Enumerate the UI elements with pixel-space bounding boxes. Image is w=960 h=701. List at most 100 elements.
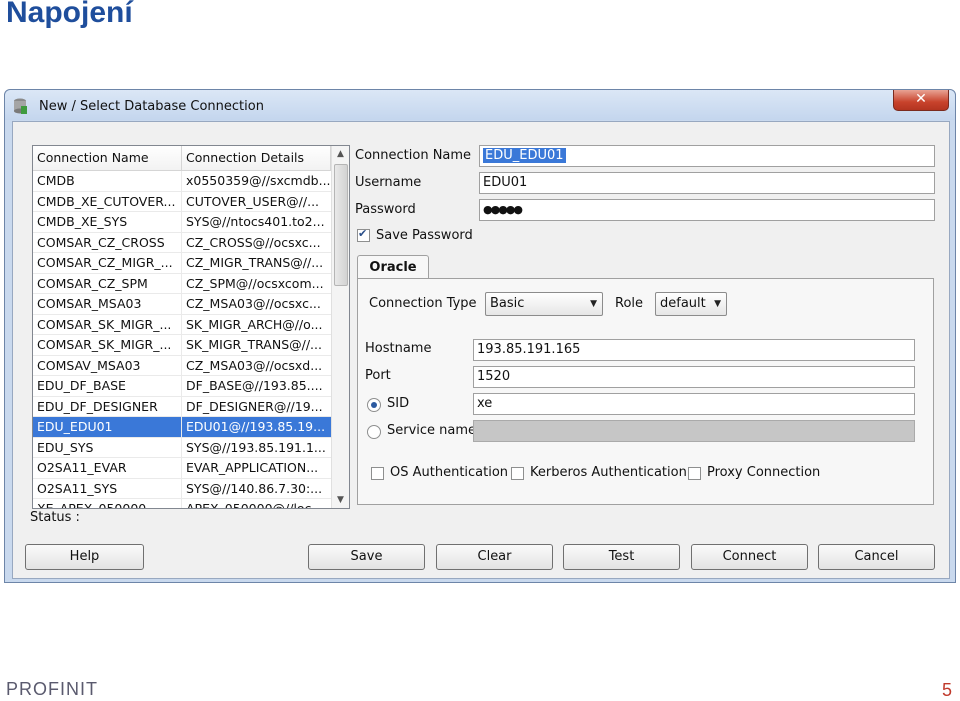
connection-name-cell: EDU_DF_BASE <box>33 376 182 396</box>
table-row[interactable]: COMSAR_SK_MIGR_... SK_MIGR_TRANS@//... <box>33 335 331 356</box>
window-titlebar[interactable]: New / Select Database Connection ✕ <box>5 90 955 120</box>
service-name-label: Service name <box>387 423 477 438</box>
sid-label: SID <box>387 396 410 411</box>
port-label: Port <box>365 368 391 383</box>
role-select[interactable]: default ▼ <box>655 292 727 316</box>
table-row[interactable]: CMDB_XE_SYS SYS@//ntocs401.to2... <box>33 212 331 233</box>
cancel-button[interactable]: Cancel <box>818 544 935 570</box>
connection-name-cell: COMSAR_CZ_SPM <box>33 273 182 294</box>
connection-details-cell: DF_DESIGNER@//19... <box>186 398 323 414</box>
table-row[interactable]: COMSAR_MSA03 CZ_MSA03@//ocsxc... <box>33 294 331 315</box>
connection-name-cell: COMSAV_MSA03 <box>33 355 182 376</box>
table-row[interactable]: EDU_DF_BASE DF_BASE@//193.85.... <box>33 376 331 397</box>
role-value: default <box>660 296 706 311</box>
column-header-connection-name[interactable]: Connection Name <box>33 146 182 170</box>
kerberos-authentication-label: Kerberos Authentication <box>530 465 687 480</box>
table-row[interactable]: CMDB_XE_CUTOVER... CUTOVER_USER@//... <box>33 191 331 212</box>
port-field[interactable]: 1520 <box>473 366 915 388</box>
dialog-client-area: Connection Name Connection Details CMDB x… <box>12 121 950 579</box>
table-row[interactable]: XE_APEX_050000 APEX_050000@//loc... <box>33 499 331 508</box>
window-title: New / Select Database Connection <box>39 99 264 114</box>
proxy-connection-checkbox[interactable] <box>688 467 701 480</box>
service-name-field <box>473 420 915 442</box>
connection-details-cell: SK_MIGR_TRANS@//... <box>186 337 322 352</box>
table-row[interactable]: COMSAR_CZ_SPM CZ_SPM@//ocsxcom... <box>33 273 331 294</box>
database-icon <box>13 98 27 114</box>
hostname-label: Hostname <box>365 341 432 356</box>
service-name-radio[interactable] <box>367 425 381 439</box>
table-row[interactable]: COMSAV_MSA03 CZ_MSA03@//ocsxd... <box>33 355 331 376</box>
connection-type-value: Basic <box>490 296 525 311</box>
connection-details-cell: SYS@//193.85.191.1... <box>186 439 326 455</box>
connection-name-cell: EDU_EDU01 <box>33 417 182 437</box>
connection-details-cell: SK_MIGR_ARCH@//o... <box>186 316 323 332</box>
connection-name-value: EDU_EDU01 <box>483 148 566 163</box>
table-row[interactable]: O2SA11_SYS SYS@//140.86.7.30:... <box>33 478 331 499</box>
table-row[interactable]: COMSAR_CZ_CROSS CZ_CROSS@//ocsxc... <box>33 232 331 253</box>
username-label: Username <box>355 175 422 190</box>
os-authentication-checkbox[interactable] <box>371 467 384 480</box>
table-row[interactable]: O2SA11_EVAR EVAR_APPLICATION... <box>33 458 331 479</box>
connect-button[interactable]: Connect <box>691 544 808 570</box>
connection-name-cell: COMSAR_SK_MIGR_... <box>33 314 182 335</box>
scroll-down-icon[interactable]: ▼ <box>332 492 349 508</box>
list-scrollbar[interactable]: ▲ ▼ <box>331 146 349 508</box>
profinit-logo: PROFINIT <box>6 679 98 699</box>
scroll-up-icon[interactable]: ▲ <box>332 146 349 162</box>
connection-name-cell: COMSAR_MSA03 <box>33 294 182 314</box>
table-row[interactable]: EDU_EDU01 EDU01@//193.85.19... <box>33 417 331 438</box>
column-header-connection-details[interactable]: Connection Details <box>182 146 331 170</box>
password-field[interactable]: ●●●●● <box>479 199 935 221</box>
connection-name-cell: XE_APEX_050000 <box>33 499 182 508</box>
connection-name-cell: CMDB <box>33 171 182 191</box>
sid-field[interactable]: xe <box>473 393 915 415</box>
connections-list[interactable]: Connection Name Connection Details CMDB x… <box>32 145 350 509</box>
connection-name-cell: CMDB_XE_SYS <box>33 212 182 232</box>
connection-details-cell: SYS@//ntocs401.to2... <box>186 214 325 229</box>
status-label: Status : <box>30 510 80 525</box>
username-field[interactable]: EDU01 <box>479 172 935 194</box>
password-label: Password <box>355 202 416 217</box>
help-button[interactable]: Help <box>25 544 144 570</box>
sid-radio[interactable] <box>367 398 381 412</box>
connection-name-field[interactable]: EDU_EDU01 <box>479 145 935 167</box>
connection-details-cell: x0550359@//sxcmdb... <box>186 173 331 188</box>
table-row[interactable]: COMSAR_SK_MIGR_... SK_MIGR_ARCH@//o... <box>33 314 331 335</box>
connection-name-cell: COMSAR_SK_MIGR_... <box>33 335 182 355</box>
connection-details-cell: CZ_MSA03@//ocsxd... <box>186 357 323 373</box>
connections-rows: CMDB x0550359@//sxcmdb... CMDB_XE_CUTOVER.… <box>33 171 331 508</box>
hostname-field[interactable]: 193.85.191.165 <box>473 339 915 361</box>
page-number: 5 <box>941 680 952 700</box>
chevron-down-icon: ▼ <box>714 299 721 309</box>
connection-name-label: Connection Name <box>355 148 472 163</box>
save-button[interactable]: Save <box>308 544 425 570</box>
connection-details-cell: EVAR_APPLICATION... <box>186 460 319 475</box>
connection-name-cell: EDU_SYS <box>33 437 182 458</box>
test-button[interactable]: Test <box>563 544 680 570</box>
clear-button[interactable]: Clear <box>436 544 553 570</box>
save-password-checkbox[interactable] <box>357 227 370 242</box>
connection-details-cell: CUTOVER_USER@//... <box>186 193 320 209</box>
connection-name-cell: CMDB_XE_CUTOVER... <box>33 191 182 212</box>
connection-details-cell: CZ_CROSS@//ocsxc... <box>186 234 321 250</box>
connection-name-cell: COMSAR_CZ_CROSS <box>33 232 182 253</box>
kerberos-authentication-checkbox[interactable] <box>511 467 524 480</box>
connection-type-label: Connection Type <box>369 296 477 311</box>
connection-details-cell: CZ_MIGR_TRANS@//... <box>186 255 324 270</box>
connection-details-cell: EDU01@//193.85.19... <box>186 419 326 434</box>
connection-details-cell: SYS@//140.86.7.30:... <box>186 480 323 496</box>
table-row[interactable]: CMDB x0550359@//sxcmdb... <box>33 171 331 192</box>
connection-name-cell: COMSAR_CZ_MIGR_... <box>33 253 182 273</box>
scrollbar-thumb[interactable] <box>334 164 348 286</box>
connection-details-cell: DF_BASE@//193.85.... <box>186 378 323 393</box>
table-row[interactable]: EDU_SYS SYS@//193.85.191.1... <box>33 437 331 458</box>
chevron-down-icon: ▼ <box>590 299 597 309</box>
os-authentication-label: OS Authentication <box>390 465 509 480</box>
close-button[interactable]: ✕ <box>893 90 949 111</box>
tab-oracle[interactable]: Oracle <box>357 255 429 280</box>
connection-name-cell: O2SA11_EVAR <box>33 458 182 478</box>
table-row[interactable]: EDU_DF_DESIGNER DF_DESIGNER@//19... <box>33 396 331 417</box>
table-row[interactable]: COMSAR_CZ_MIGR_... CZ_MIGR_TRANS@//... <box>33 253 331 274</box>
connection-type-select[interactable]: Basic ▼ <box>485 292 603 316</box>
connection-name-cell: O2SA11_SYS <box>33 478 182 499</box>
